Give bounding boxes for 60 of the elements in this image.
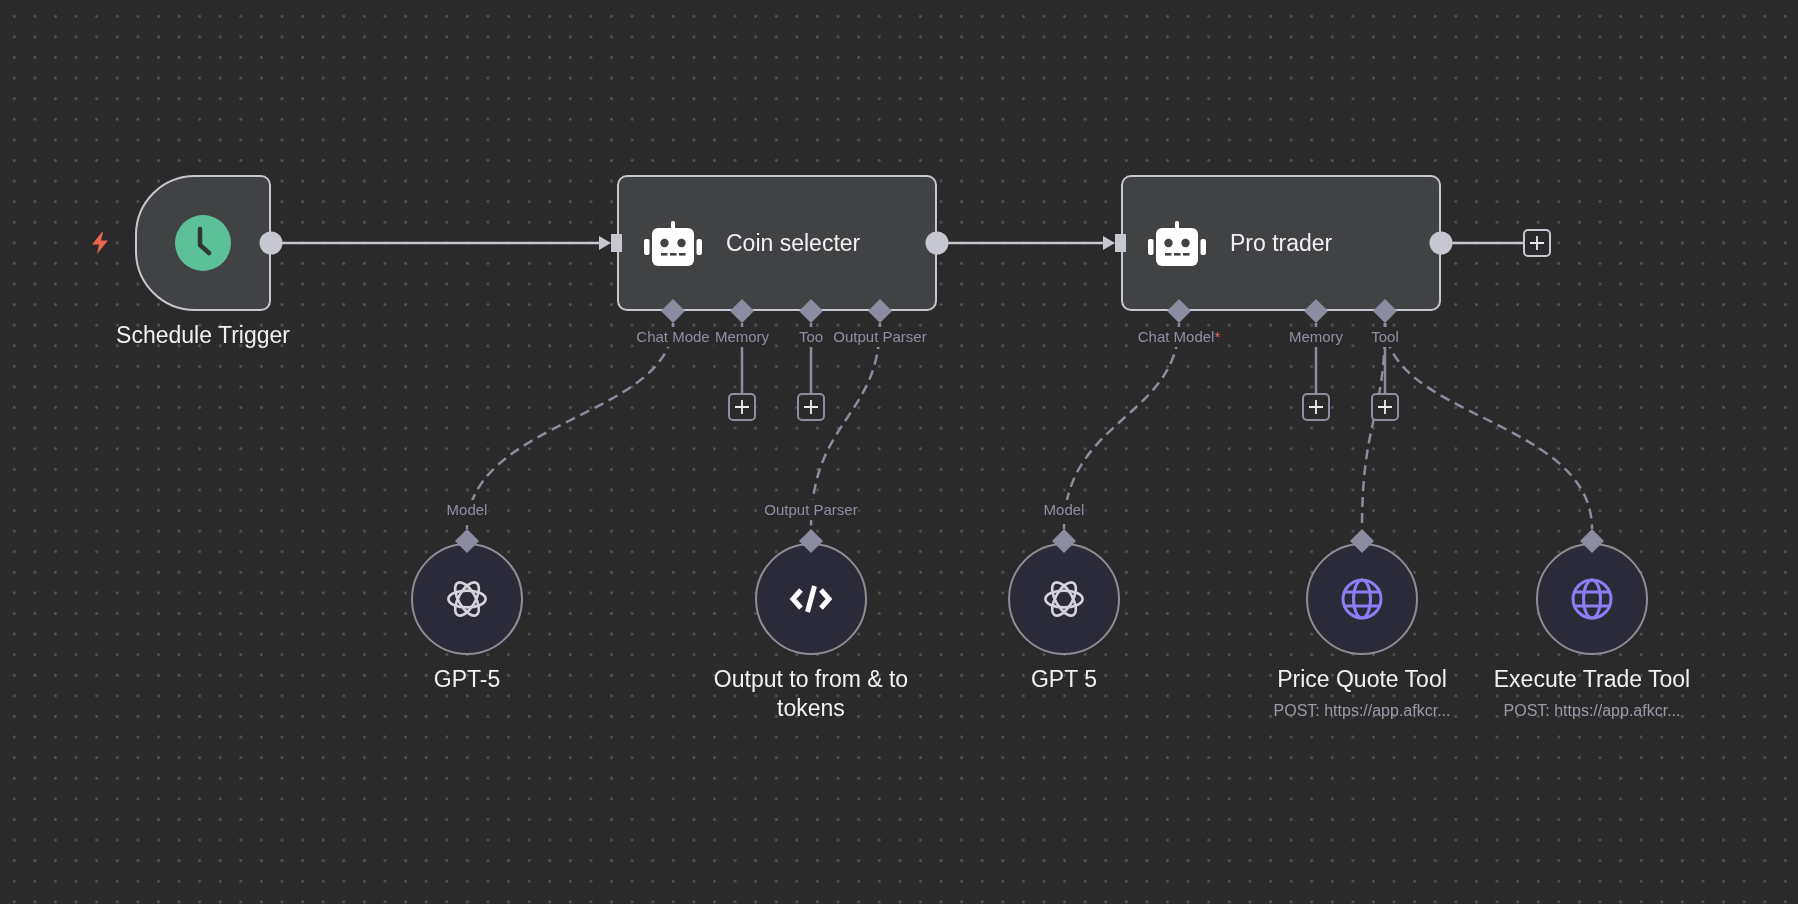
trigger-node[interactable] bbox=[135, 175, 271, 311]
connection-line bbox=[1452, 241, 1523, 245]
output-handle[interactable] bbox=[1429, 231, 1453, 255]
lightning-icon bbox=[91, 232, 109, 254]
port-handle[interactable] bbox=[730, 299, 754, 323]
port-label: Too bbox=[797, 327, 825, 347]
output-handle[interactable] bbox=[925, 231, 949, 255]
port-handle[interactable] bbox=[1373, 299, 1397, 323]
node-title: Output to from & to tokens bbox=[712, 665, 910, 723]
port-handle[interactable] bbox=[1167, 299, 1191, 323]
node-title: GPT 5 bbox=[1030, 665, 1097, 694]
add-button[interactable] bbox=[1371, 393, 1399, 421]
add-button[interactable] bbox=[1523, 229, 1551, 257]
node-subtitle: POST: https://app.afkcr... bbox=[1273, 701, 1451, 721]
robot-icon bbox=[644, 220, 702, 266]
node-title: Execute Trade Tool bbox=[1493, 665, 1691, 694]
globe-icon bbox=[1571, 578, 1613, 620]
node-title: Price Quote Tool bbox=[1277, 665, 1447, 694]
port-label: Model bbox=[445, 500, 489, 520]
clock-icon bbox=[175, 215, 231, 271]
add-button[interactable] bbox=[1302, 393, 1330, 421]
node-title: Schedule Trigger bbox=[116, 321, 290, 349]
port-label: Memory bbox=[1287, 327, 1345, 347]
output-handle[interactable] bbox=[259, 231, 283, 255]
port-handle[interactable] bbox=[1580, 529, 1604, 553]
node-subtitle: POST: https://app.afkcr... bbox=[1503, 701, 1681, 721]
port-handle[interactable] bbox=[868, 299, 892, 323]
port-handle[interactable] bbox=[799, 299, 823, 323]
node-title: Coin selecter bbox=[726, 229, 861, 257]
port-handle[interactable] bbox=[455, 529, 479, 553]
port-label: Output Parser bbox=[763, 500, 859, 520]
port-handle[interactable] bbox=[1304, 299, 1328, 323]
code-icon bbox=[789, 584, 833, 614]
port-label: Memory bbox=[713, 327, 771, 347]
plus-icon bbox=[1309, 400, 1323, 414]
port-handle[interactable] bbox=[1350, 529, 1374, 553]
plus-icon bbox=[1530, 236, 1544, 250]
port-label: Tool bbox=[1370, 327, 1400, 347]
node-title: Pro trader bbox=[1230, 229, 1333, 257]
port-handle[interactable] bbox=[799, 529, 823, 553]
port-handle[interactable] bbox=[661, 299, 685, 323]
port-label: Output Parser bbox=[832, 327, 928, 347]
input-handle[interactable] bbox=[1115, 234, 1126, 252]
robot-icon bbox=[1148, 220, 1206, 266]
agent-node[interactable]: Pro trader bbox=[1121, 175, 1441, 311]
plus-icon bbox=[1378, 400, 1392, 414]
atom-icon bbox=[1043, 578, 1085, 620]
add-button[interactable] bbox=[728, 393, 756, 421]
agent-node[interactable]: Coin selecter bbox=[617, 175, 937, 311]
node-title: GPT-5 bbox=[433, 665, 501, 694]
add-button[interactable] bbox=[797, 393, 825, 421]
atom-icon bbox=[446, 578, 488, 620]
port-label: Chat Mode bbox=[635, 327, 711, 347]
port-handle[interactable] bbox=[1052, 529, 1076, 553]
plus-icon bbox=[804, 400, 818, 414]
port-label: Model bbox=[1042, 500, 1086, 520]
port-label: Chat Model* bbox=[1136, 327, 1222, 347]
plus-icon bbox=[735, 400, 749, 414]
input-handle[interactable] bbox=[611, 234, 622, 252]
globe-icon bbox=[1341, 578, 1383, 620]
